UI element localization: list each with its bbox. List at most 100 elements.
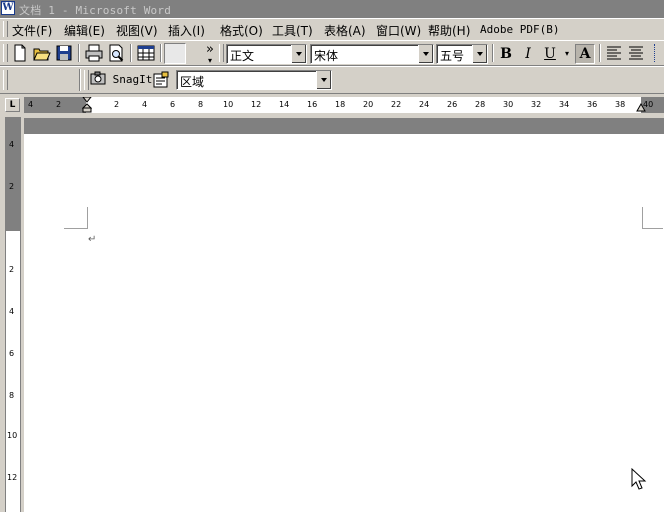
toolbar-separator <box>130 44 132 62</box>
chevron-down-icon[interactable] <box>316 71 331 89</box>
toolbar-overflow-chevron[interactable]: » ▾ <box>203 42 217 65</box>
style-value: 正文 <box>230 49 255 63</box>
insert-table-button[interactable] <box>135 42 157 64</box>
bold-button[interactable]: B <box>496 44 516 64</box>
open-button[interactable] <box>31 42 53 64</box>
toolbar-separator <box>79 69 81 91</box>
printer-icon <box>85 44 103 62</box>
ruler-tick-label: 6 <box>9 349 15 358</box>
toolbar-separator <box>78 44 80 62</box>
menu-file[interactable]: 文件(F) <box>12 22 52 39</box>
ruler-tick-label: 18 <box>335 100 346 109</box>
right-indent-marker-icon[interactable] <box>636 103 646 113</box>
ruler-tick-label: 2 <box>9 265 15 274</box>
toolbar-grip[interactable] <box>3 44 8 62</box>
tab-stop-selector[interactable]: L <box>5 98 20 112</box>
ruler-tick-label: 2 <box>9 182 15 191</box>
print-button[interactable] <box>83 42 105 64</box>
align-center-button[interactable] <box>625 42 647 64</box>
menu-view[interactable]: 视图(V) <box>116 22 158 39</box>
menu-format[interactable]: 格式(O) <box>220 22 263 39</box>
menu-window[interactable]: 窗口(W) <box>376 22 421 39</box>
window-title: 文档 1 - Microsoft Word <box>19 4 172 17</box>
floppy-disk-icon <box>56 45 72 61</box>
toolbar-separator <box>160 44 162 62</box>
ruler-tick-label: 14 <box>279 100 290 109</box>
ruler-tick-label: 2 <box>56 100 62 109</box>
ruler-tick-label: 8 <box>9 391 15 400</box>
capture-mode-value: 区域 <box>180 75 205 89</box>
menu-insert[interactable]: 插入(I) <box>168 22 205 39</box>
horizontal-ruler[interactable]: 4 2 2 4 6 8 10 12 14 16 18 20 22 24 26 2… <box>24 97 664 113</box>
snagit-button[interactable]: SnagIt <box>90 71 152 89</box>
italic-button[interactable]: I <box>518 44 538 64</box>
new-document-button[interactable] <box>9 42 31 64</box>
chevron-down-icon[interactable] <box>291 45 306 63</box>
camera-icon <box>90 71 106 85</box>
print-preview-icon <box>109 44 124 62</box>
ruler-tick-label: 4 <box>9 140 15 149</box>
toolbar-grip[interactable] <box>84 70 89 90</box>
vertical-ruler[interactable]: 4 2 2 4 6 8 10 12 <box>5 117 21 512</box>
ruler-tick-label: 24 <box>419 100 430 109</box>
toolbar-grip[interactable] <box>219 44 224 62</box>
zoom-box[interactable] <box>164 43 186 64</box>
menu-table[interactable]: 表格(A) <box>324 22 366 39</box>
mouse-cursor-icon <box>631 468 647 490</box>
font-value: 宋体 <box>314 49 339 63</box>
ruler-tick-label: 34 <box>559 100 570 109</box>
ruler-tick-label: 38 <box>615 100 626 109</box>
ruler-tick-label: 8 <box>198 100 204 109</box>
ruler-left-margin <box>24 97 86 113</box>
word-app-icon[interactable]: W <box>1 1 15 15</box>
ruler-tick-label: 32 <box>531 100 542 109</box>
align-center-icon <box>629 46 643 60</box>
ruler-tick-label: 4 <box>9 307 15 316</box>
document-page[interactable]: ↵ <box>24 118 664 512</box>
toolbar-overflow-edge <box>654 44 659 62</box>
menu-adobe-pdf[interactable]: Adobe PDF(B) <box>480 23 559 36</box>
ruler-tick-label: 4 <box>142 100 148 109</box>
align-left-button[interactable] <box>603 42 625 64</box>
paragraph-mark: ↵ <box>88 234 97 245</box>
ruler-top-margin <box>6 117 20 231</box>
menu-bar: 文件(F) 编辑(E) 视图(V) 插入(I) 格式(O) 工具(T) 表格(A… <box>0 18 664 40</box>
capture-mode-select[interactable]: 区域 <box>176 70 332 90</box>
font-select[interactable]: 宋体 <box>310 44 434 64</box>
font-size-value: 五号 <box>440 49 465 63</box>
character-shading-button[interactable]: A <box>575 44 595 64</box>
ruler-tick-label: 22 <box>391 100 402 109</box>
menu-edit[interactable]: 编辑(E) <box>64 22 105 39</box>
ruler-tick-label: 10 <box>7 431 18 440</box>
chevron-down-icon: ▾ <box>207 56 212 65</box>
save-button[interactable] <box>53 42 75 64</box>
underline-button[interactable]: U <box>540 44 560 64</box>
ruler-tick-label: 20 <box>363 100 374 109</box>
menu-bar-grip[interactable] <box>3 21 8 37</box>
title-bar: W 文档 1 - Microsoft Word <box>0 0 664 18</box>
chevron-right-icon: » <box>206 42 214 57</box>
chevron-down-icon[interactable] <box>418 45 433 63</box>
style-select[interactable]: 正文 <box>226 44 307 64</box>
print-preview-button[interactable] <box>105 42 127 64</box>
snagit-properties-button[interactable] <box>150 69 172 91</box>
underline-dropdown-arrow[interactable]: ▾ <box>562 44 572 64</box>
menu-tools[interactable]: 工具(T) <box>272 22 313 39</box>
menu-help[interactable]: 帮助(H) <box>428 22 470 39</box>
ruler-tick-label: 2 <box>114 100 120 109</box>
toolbar-grip[interactable] <box>3 70 8 90</box>
standard-toolbar: » ▾ 正文 宋体 五号 B I U ▾ A <box>0 40 664 66</box>
toolbar-separator <box>599 44 601 62</box>
font-size-select[interactable]: 五号 <box>436 44 488 64</box>
ruler-tick-label: 30 <box>503 100 514 109</box>
chevron-down-icon[interactable] <box>472 45 487 63</box>
ruler-tick-label: 12 <box>251 100 262 109</box>
toolbar-separator <box>492 44 494 62</box>
open-folder-icon <box>33 48 51 61</box>
properties-icon <box>153 71 169 88</box>
ruler-tick-label: 12 <box>7 473 18 482</box>
ruler-tick-label: 10 <box>223 100 234 109</box>
snagit-label: SnagIt <box>112 73 153 86</box>
indent-marker-icon[interactable] <box>82 97 92 113</box>
top-right-margin-corner <box>642 207 663 229</box>
